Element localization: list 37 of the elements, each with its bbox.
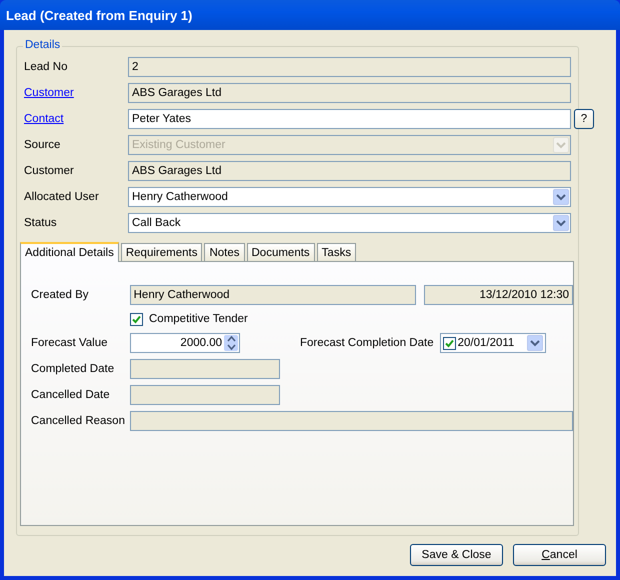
group-legend: Details <box>23 39 62 51</box>
date-picker[interactable]: 20/01/2011 <box>440 333 546 353</box>
readonly-field: ABS Garages Ltd <box>128 83 571 103</box>
checkbox-label: Competitive Tender <box>149 313 248 325</box>
checkbox[interactable] <box>130 312 143 326</box>
checkbox[interactable] <box>442 336 456 350</box>
dialog-button[interactable]: Cancel <box>513 544 606 566</box>
readonly-field: ABS Garages Ltd <box>128 161 571 181</box>
window-title: Lead (Created from Enquiry 1) <box>6 8 192 22</box>
field-label: Cancelled Reason <box>31 415 126 427</box>
help-button[interactable]: ? <box>574 109 594 129</box>
tab[interactable]: Requirements <box>120 243 202 261</box>
dropdown-field[interactable]: Call Back <box>128 213 571 233</box>
readonly-field: Henry Catherwood <box>130 285 416 305</box>
field-label: Allocated User <box>24 191 100 203</box>
tab[interactable]: Additional Details <box>20 242 119 262</box>
dropdown-field[interactable]: Henry Catherwood <box>128 187 571 207</box>
dialog-button[interactable]: Save & Close <box>410 544 503 566</box>
timestamp-field: 13/12/2010 12:30 <box>424 285 573 305</box>
text-field[interactable]: Peter Yates <box>128 109 571 129</box>
field-label: Forecast Completion Date <box>300 337 434 349</box>
tab[interactable]: Documents <box>246 243 315 261</box>
field-label: Completed Date <box>31 363 116 375</box>
tab[interactable]: Tasks <box>316 243 356 261</box>
field-label: Status <box>24 217 58 229</box>
field-label: Source <box>24 139 62 151</box>
field-link[interactable]: Contact <box>24 113 128 125</box>
field-label: Forecast Value <box>31 337 108 349</box>
field-label: Created By <box>31 289 90 301</box>
tab[interactable]: Notes <box>204 243 244 261</box>
number-field[interactable]: 2000.00 <box>130 333 240 353</box>
spinner-icon[interactable] <box>224 335 238 351</box>
field-label: Customer <box>24 165 75 177</box>
readonly-field: 2 <box>128 57 571 77</box>
field-label: Lead No <box>24 61 68 73</box>
field-label: Cancelled Date <box>31 389 111 401</box>
field-link[interactable]: Customer <box>24 87 128 99</box>
